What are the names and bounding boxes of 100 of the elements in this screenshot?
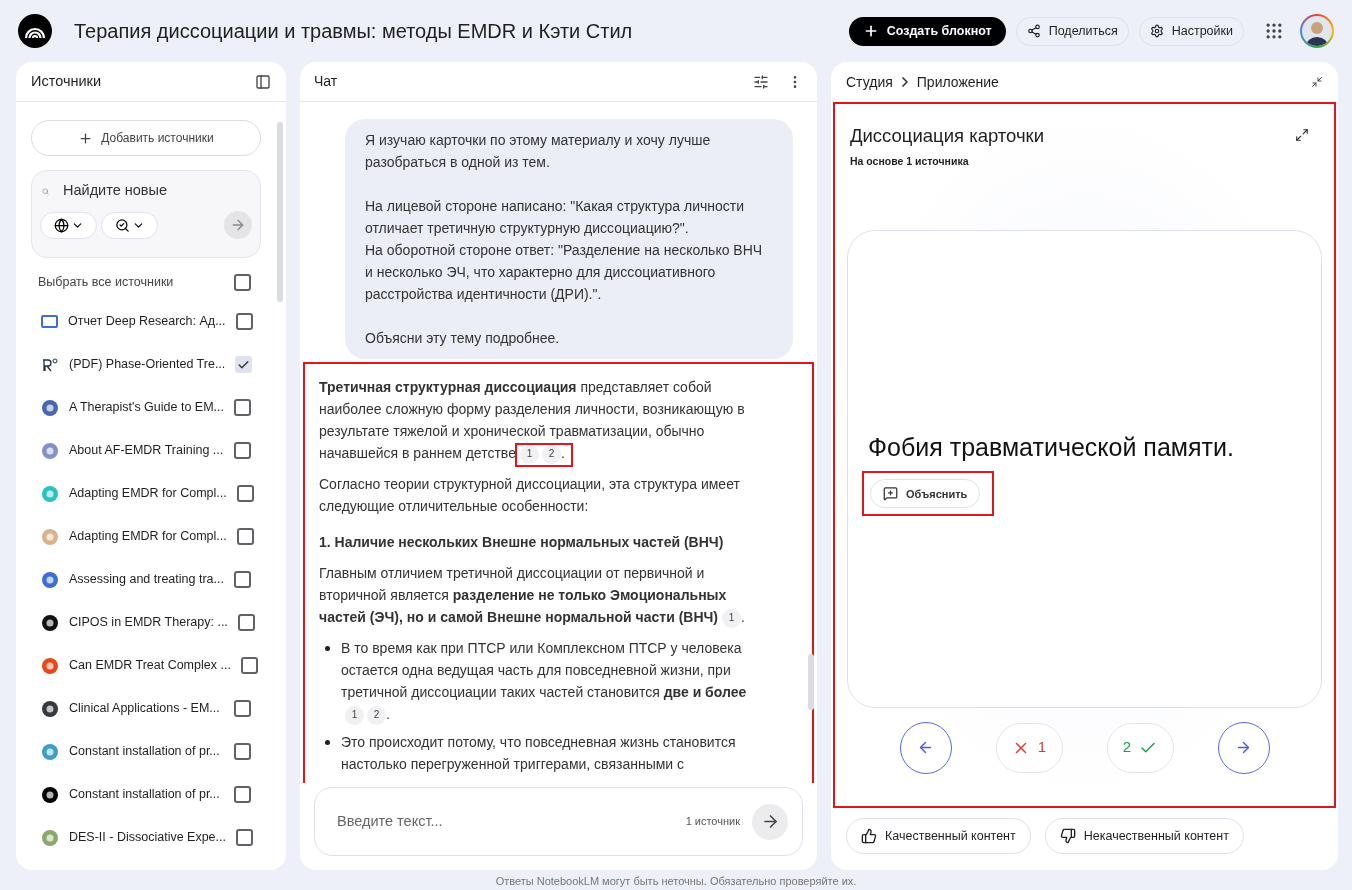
breadcrumb-item: Приложение <box>916 72 999 92</box>
site-favicon-icon <box>41 398 59 417</box>
source-item[interactable]: Adapting EMDR for Compl... <box>31 472 261 515</box>
answer-paragraph: Главным отличием третичной диссоциации от первичной и вторичной является разделение не только Эмоциональных частей (ЭЧ), но и самой Внешне нормальной части (ВНЧ) 1 . <box>319 562 752 628</box>
collapse-icon[interactable] <box>1311 76 1323 88</box>
message-paragraph: На лицевой стороне написано: "Какая структура личности отличает третичную структурную диссоциацию?". На оборотной стороне ответ: "Разделение на несколько ВНЧ и несколько ЭЧ, что характерно для диссоциативного расстройства идентичности (ДРИ).". <box>365 197 764 304</box>
scrollbar-thumb[interactable] <box>277 122 283 302</box>
source-item[interactable]: (PDF) Phase-Oriented Tre... <box>31 343 261 386</box>
source-title: A Therapist's Guide to EM... <box>69 399 224 417</box>
studio-subtitle: На основе 1 источника <box>850 153 970 169</box>
source-title: DES-II - Dissociative Expe... <box>69 829 226 847</box>
source-item[interactable]: Adapting EMDR for Compl... <box>31 515 261 558</box>
notebook-title: Терапия диссоциации и травмы: методы EMDR и Кэти Стил <box>74 19 633 44</box>
checkbox[interactable] <box>235 313 253 330</box>
chat-input-field[interactable]: Введите текст... <box>337 810 686 833</box>
source-title: Clinical Applications - EM... <box>69 700 221 718</box>
settings-icon <box>1149 24 1164 38</box>
flashcard-text: Фобия травматической памяти. <box>868 431 1235 463</box>
checkbox[interactable] <box>234 399 251 416</box>
site-favicon-icon <box>41 828 59 847</box>
research-mode-dropdown[interactable] <box>101 211 158 239</box>
source-item[interactable]: A Therapist's Guide to EM... <box>31 386 261 429</box>
checkbox[interactable] <box>236 528 254 545</box>
source-count: 1 источник <box>685 814 740 830</box>
disclaimer-text: Ответы NotebookLM могут быть неточны. Обязательно проверяйте их. <box>494 874 858 889</box>
source-title: Adapting EMDR for Compl... <box>69 528 227 546</box>
source-title: Constant installation of pr... <box>69 743 221 761</box>
source-title: About AF-EMDR Training ... <box>69 442 224 460</box>
search-field[interactable]: Найдите новые <box>63 180 250 202</box>
avatar[interactable] <box>1300 14 1334 48</box>
breadcrumb-item[interactable]: Студия <box>846 71 893 93</box>
wrong-count-button[interactable]: 1 <box>995 722 1063 773</box>
citation-chip[interactable]: 1 <box>345 705 364 725</box>
site-favicon-icon <box>41 656 59 675</box>
site-favicon-icon <box>41 785 59 804</box>
bullet-icon <box>325 740 330 745</box>
source-title: CIPOS in EMDR Therapy: ... <box>69 614 228 632</box>
arrow-right-icon <box>230 217 246 233</box>
r-mark-icon <box>41 356 59 373</box>
create-notebook-button[interactable]: Создать блокнот <box>848 16 1006 46</box>
panel-title: Источники <box>31 71 101 91</box>
citation-chip[interactable]: 1 <box>722 608 742 628</box>
source-item[interactable]: Can EMDR Treat Complex ... <box>31 644 261 687</box>
answer-paragraph: Согласно теории структурной диссоциации, эта структура имеет следующие отличительные особенности: <box>319 475 741 516</box>
expand-icon[interactable] <box>1295 128 1309 142</box>
source-title: (PDF) Phase-Oriented Tre... <box>69 356 226 374</box>
site-favicon-icon <box>41 527 59 546</box>
site-favicon-icon <box>41 570 59 589</box>
send-button[interactable] <box>752 803 788 840</box>
checkbox[interactable] <box>234 743 251 760</box>
source-title: Constant installation of pr... <box>69 786 221 804</box>
correct-count-button[interactable]: 2 <box>1106 722 1174 773</box>
site-favicon-icon <box>41 742 59 761</box>
source-item[interactable]: Constant installation of pr... <box>31 730 261 773</box>
source-title: Adapting EMDR for Compl... <box>69 485 227 503</box>
source-item[interactable]: CIPOS in EMDR Therapy: ... <box>31 601 261 644</box>
bullet-icon <box>325 646 330 651</box>
plus-icon <box>78 130 94 146</box>
answer-bullet: Это происходит потому, что повседневная жизнь становится настолько перегруженной триггерами, связанными с <box>341 733 737 774</box>
globe-icon <box>53 217 69 233</box>
checkbox[interactable] <box>234 700 251 717</box>
checkbox[interactable] <box>234 273 251 291</box>
source-item[interactable]: Отчет Deep Research: Ад... <box>31 300 261 343</box>
checkbox[interactable] <box>234 442 251 459</box>
scrollbar-thumb[interactable] <box>808 654 814 710</box>
citation-chip[interactable]: 2 <box>367 705 386 725</box>
answer-paragraph: Третичная структурная диссоциация представляет собой наиболее сложную форму разделения личности, возникающую в результате тяжелой и хронической травматизации, обычно начавшейся в раннем детстве 1 2 . <box>319 376 752 464</box>
checkbox[interactable] <box>236 829 253 846</box>
source-item[interactable]: About AF-EMDR Training ... <box>31 429 261 472</box>
answer-heading: 1. Наличие нескольких Внешне нормальных частей (ВНЧ) <box>319 533 725 552</box>
checkbox[interactable] <box>237 614 255 631</box>
thumbs-down-icon <box>1059 828 1076 844</box>
source-title: Отчет Deep Research: Ад... <box>68 313 226 331</box>
apps-grid-icon[interactable] <box>1264 21 1284 41</box>
checkbox[interactable] <box>234 571 251 588</box>
collapse-panel-icon[interactable] <box>255 73 271 90</box>
answer-bullet: В то время как при ПТСР или Комплексном ПТСР у человека остается одна ведущая часть для повседневной жизни, при третичной диссоциации таких частей становится две и более 1 2 . <box>341 637 752 725</box>
source-item[interactable]: Clinical Applications - EM... <box>31 687 261 730</box>
flashcard[interactable]: Фобия травматической памяти. Объяснить <box>847 229 1322 708</box>
checkbox[interactable] <box>236 485 254 502</box>
checkbox[interactable] <box>234 786 251 803</box>
magnifier-icon <box>114 217 130 233</box>
select-all-label: Выбрать все источники <box>38 273 174 291</box>
source-item[interactable]: Constant installation of pr... <box>31 773 261 816</box>
sliders-icon[interactable] <box>753 73 769 90</box>
document-icon <box>41 315 58 328</box>
site-favicon-icon <box>41 699 59 718</box>
source-item[interactable]: DES-II - Dissociative Expe... <box>31 816 261 859</box>
comment-plus-icon <box>883 486 898 502</box>
checkbox[interactable] <box>240 657 258 674</box>
source-title: Assessing and treating tra... <box>69 571 224 589</box>
panel-title: Чат <box>314 72 338 91</box>
message-paragraph: Объясни эту тему подробнее. <box>365 329 561 348</box>
source-title: Can EMDR Treat Complex ... <box>69 657 231 675</box>
arrow-right-icon <box>1235 739 1252 756</box>
message-paragraph: Я изучаю карточки по этому материалу и хочу лучше разобраться в одной из тем. <box>365 131 712 172</box>
web-source-dropdown[interactable] <box>40 211 97 239</box>
site-favicon-icon <box>41 613 59 632</box>
source-item[interactable]: Assessing and treating tra... <box>31 558 261 601</box>
logo-icon <box>18 14 52 48</box>
